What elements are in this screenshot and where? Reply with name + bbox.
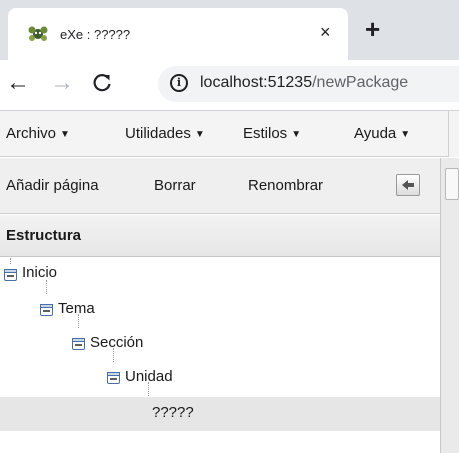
panel-splitter[interactable] bbox=[440, 158, 459, 453]
browser-tab-strip: eXe : ????? × + bbox=[0, 0, 459, 60]
collapse-toggle-icon[interactable] bbox=[72, 337, 85, 350]
menu-ayuda-label: Ayuda bbox=[354, 125, 397, 142]
panel-title: Estructura bbox=[6, 227, 82, 244]
tree-node-tema[interactable]: Tema bbox=[0, 294, 440, 328]
structure-toolbar: Añadir página Borrar Renombrar bbox=[0, 158, 440, 214]
back-arrow-icon[interactable]: ← bbox=[4, 68, 32, 98]
collapse-toggle-icon[interactable] bbox=[4, 268, 17, 281]
arrow-left-icon bbox=[402, 180, 414, 190]
tree-node-seccion[interactable]: Sección bbox=[0, 328, 440, 362]
browser-tab[interactable]: eXe : ????? × bbox=[8, 8, 348, 60]
app-menubar: Archivo ▼ Utilidades ▼ Estilos ▼ Ayuda ▼ bbox=[0, 111, 459, 157]
tree-node-label: Unidad bbox=[125, 368, 173, 385]
chevron-down-icon: ▼ bbox=[60, 129, 70, 140]
tree-node-unidad[interactable]: Unidad bbox=[0, 362, 440, 396]
chevron-down-icon: ▼ bbox=[400, 129, 411, 140]
chevron-down-icon: ▼ bbox=[291, 129, 302, 140]
new-tab-icon[interactable]: + bbox=[365, 16, 380, 42]
collapse-toggle-icon[interactable] bbox=[107, 371, 120, 384]
tree-node-label: Sección bbox=[90, 334, 144, 351]
menu-archivo[interactable]: Archivo ▼ bbox=[6, 125, 70, 142]
chevron-down-icon: ▼ bbox=[194, 129, 205, 140]
url-host: localhost:51235 bbox=[200, 74, 313, 91]
exe-favicon-icon bbox=[28, 26, 48, 42]
add-page-button[interactable]: Añadir página bbox=[6, 177, 99, 194]
splitter-handle[interactable] bbox=[445, 168, 459, 200]
site-info-icon[interactable]: i bbox=[170, 74, 188, 92]
reload-icon[interactable] bbox=[88, 68, 116, 98]
menu-estilos[interactable]: Estilos ▼ bbox=[243, 125, 301, 142]
tree-node-label: ????? bbox=[152, 404, 194, 421]
tab-close-icon[interactable]: × bbox=[320, 22, 331, 42]
browser-tab-title: eXe : ????? bbox=[60, 27, 131, 42]
forward-arrow-icon[interactable]: → bbox=[48, 68, 76, 98]
url-path: /newPackage bbox=[312, 74, 409, 91]
menu-utilidades-label: Utilidades bbox=[125, 125, 191, 142]
menu-utilidades[interactable]: Utilidades ▼ bbox=[125, 125, 205, 142]
collapse-panel-button[interactable] bbox=[396, 174, 420, 196]
delete-button[interactable]: Borrar bbox=[154, 177, 196, 194]
tree-node-label: Inicio bbox=[22, 264, 58, 281]
menu-ayuda[interactable]: Ayuda ▼ bbox=[354, 125, 410, 142]
menu-archivo-label: Archivo bbox=[6, 125, 57, 142]
browser-toolbar: ← → i localhost:51235/newPackage bbox=[0, 60, 459, 110]
structure-tree: Inicio Tema Sección Unidad ????? bbox=[0, 258, 440, 453]
collapse-toggle-icon[interactable] bbox=[40, 303, 53, 316]
menu-estilos-label: Estilos bbox=[243, 125, 288, 142]
tree-node-inicio[interactable]: Inicio bbox=[0, 258, 440, 292]
structure-panel-header: Estructura bbox=[0, 215, 440, 257]
rename-button[interactable]: Renombrar bbox=[248, 177, 323, 194]
address-bar[interactable]: i localhost:51235/newPackage bbox=[158, 66, 459, 102]
tree-node-label: Tema bbox=[58, 300, 95, 317]
url-text: localhost:51235/newPackage bbox=[200, 74, 408, 92]
menubar-edge bbox=[448, 111, 459, 157]
tree-node-selected-page[interactable]: ????? bbox=[0, 397, 440, 431]
